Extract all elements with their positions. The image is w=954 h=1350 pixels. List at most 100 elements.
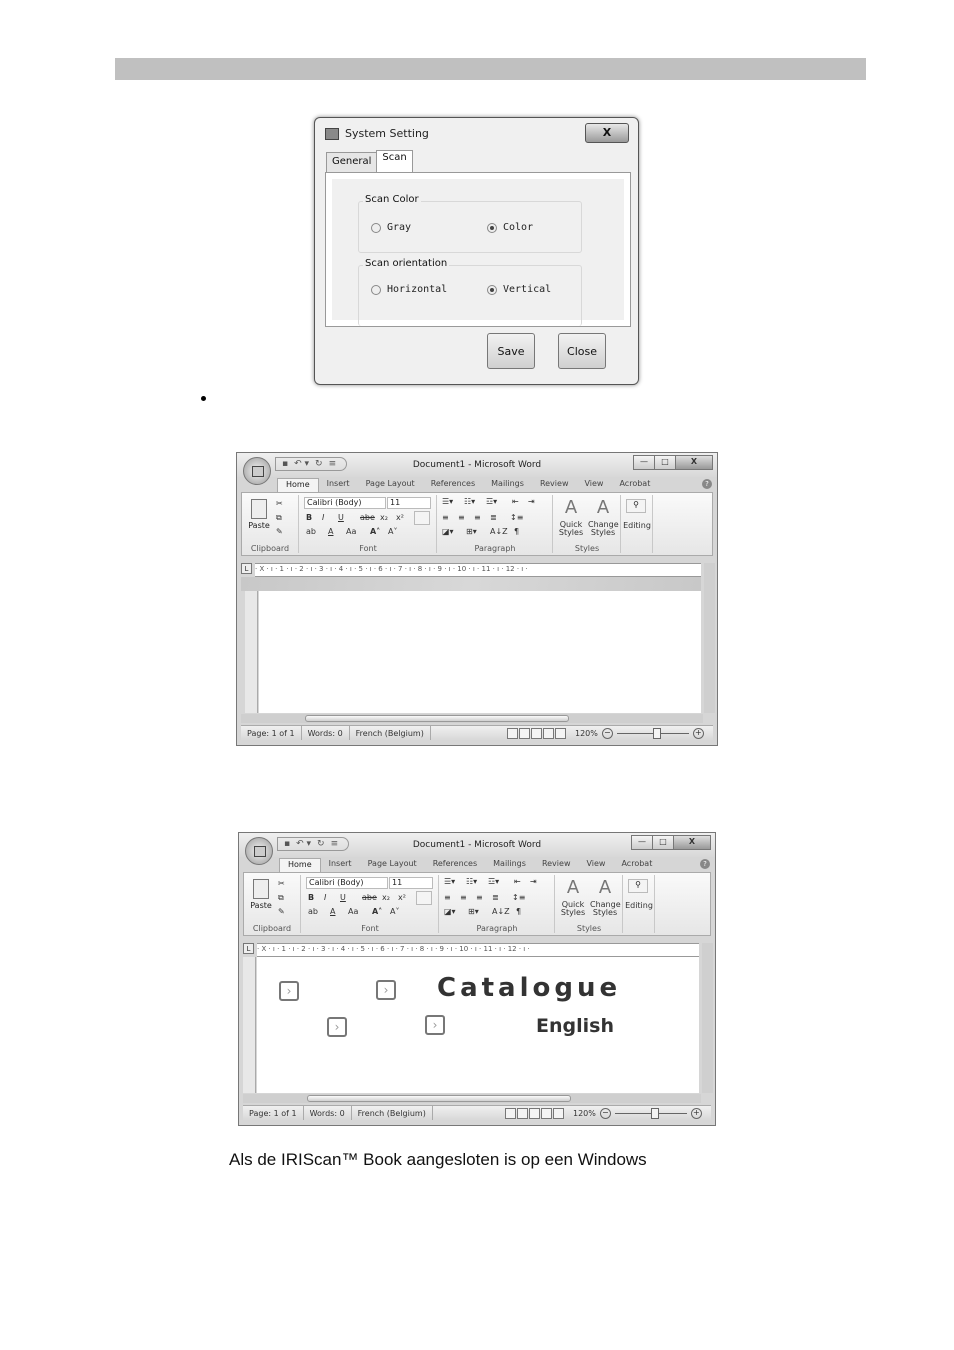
customize-qat-icon[interactable]: ≡ (329, 459, 337, 469)
customize-qat-icon[interactable]: ≡ (331, 839, 339, 849)
minimize-icon[interactable]: — (631, 835, 653, 850)
zoom-level[interactable]: 120% (573, 1109, 596, 1118)
print-layout-icon[interactable] (507, 728, 518, 739)
cut-icon[interactable]: ✂ (278, 879, 285, 888)
radio-horizontal-circle[interactable] (371, 284, 381, 295)
quick-styles-button[interactable]: Quick Styles (556, 521, 586, 537)
close-icon[interactable]: X (675, 455, 713, 470)
align-center-button[interactable]: ≡ (460, 893, 467, 902)
radio-gray[interactable]: Gray (371, 222, 411, 233)
strikethrough-button[interactable]: abe (362, 893, 377, 902)
zoom-slider-thumb[interactable] (650, 1108, 659, 1119)
font-color-button[interactable]: A (328, 527, 333, 536)
zoom-slider[interactable] (616, 728, 689, 739)
tab-acrobat[interactable]: Acrobat (613, 858, 660, 872)
maximize-icon[interactable]: □ (652, 835, 674, 850)
bullets-button[interactable]: ☰▾ (444, 877, 455, 886)
align-right-button[interactable]: ≡ (474, 513, 481, 522)
increase-indent-button[interactable]: ⇥ (530, 877, 537, 886)
tab-selector[interactable]: L (243, 943, 254, 954)
horizontal-scrollbar[interactable] (241, 714, 703, 723)
clear-formatting-icon[interactable] (414, 511, 430, 525)
tab-scan[interactable]: Scan (376, 150, 413, 173)
paste-button[interactable]: Paste (248, 497, 270, 537)
subscript-button[interactable]: x₂ (382, 893, 390, 902)
tab-mailings[interactable]: Mailings (483, 478, 532, 492)
align-left-button[interactable]: ≡ (444, 893, 451, 902)
zoom-level[interactable]: 120% (575, 729, 598, 738)
tab-mailings[interactable]: Mailings (485, 858, 534, 872)
bold-button[interactable]: B (308, 893, 314, 902)
tab-references[interactable]: References (423, 478, 483, 492)
tab-home[interactable]: Home (279, 858, 321, 872)
change-styles-button[interactable]: Change Styles (590, 901, 621, 917)
change-case-button[interactable]: Aa (348, 907, 358, 916)
close-button[interactable]: Close (558, 333, 606, 369)
shrink-font-button[interactable]: A˅ (390, 907, 399, 916)
page-count[interactable]: Page: 1 of 1 (243, 1106, 304, 1120)
zoom-in-icon[interactable]: + (692, 728, 704, 739)
justify-button[interactable]: ≣ (490, 513, 497, 522)
office-button[interactable] (243, 457, 271, 485)
shrink-font-button[interactable]: A˅ (388, 527, 397, 536)
line-spacing-button[interactable]: ↕≡ (510, 513, 523, 522)
word-count[interactable]: Words: 0 (302, 726, 350, 740)
change-styles-icon[interactable]: A (590, 877, 620, 898)
find-icon[interactable]: ⚲ (628, 879, 648, 893)
paste-button[interactable]: Paste (250, 877, 272, 917)
show-marks-button[interactable]: ¶ (516, 907, 521, 916)
office-button[interactable] (245, 837, 273, 865)
sort-button[interactable]: A↓Z (490, 527, 508, 536)
numbering-button[interactable]: ☷▾ (466, 877, 477, 886)
find-icon[interactable]: ⚲ (626, 499, 646, 513)
tab-home[interactable]: Home (277, 478, 319, 492)
highlight-button[interactable]: ab (308, 907, 318, 916)
help-icon[interactable]: ? (700, 859, 710, 869)
highlight-button[interactable]: ab (306, 527, 316, 536)
font-name-select[interactable]: Calibri (Body) (306, 877, 388, 889)
page-count[interactable]: Page: 1 of 1 (241, 726, 302, 740)
save-icon[interactable]: ▪ (284, 839, 290, 849)
italic-button[interactable]: I (324, 893, 326, 902)
full-screen-reading-icon[interactable] (517, 1108, 528, 1119)
language-indicator[interactable]: French (Belgium) (350, 726, 431, 740)
document-page[interactable] (259, 591, 701, 713)
shading-button[interactable]: ◪▾ (442, 527, 454, 536)
save-button[interactable]: Save (487, 333, 535, 369)
superscript-button[interactable]: x² (396, 513, 404, 522)
format-painter-icon[interactable]: ✎ (278, 907, 285, 916)
radio-vertical[interactable]: Vertical (487, 284, 551, 295)
document-page[interactable]: › › › › Catalogue English (257, 957, 699, 1093)
grow-font-button[interactable]: A˄ (370, 527, 380, 536)
tab-insert[interactable]: Insert (321, 858, 360, 872)
grow-font-button[interactable]: A˄ (372, 907, 382, 916)
tab-insert[interactable]: Insert (319, 478, 358, 492)
print-layout-icon[interactable] (505, 1108, 516, 1119)
vertical-scrollbar[interactable] (704, 563, 715, 713)
tab-page-layout[interactable]: Page Layout (358, 478, 423, 492)
multilevel-list-button[interactable]: ☲▾ (486, 497, 497, 506)
undo-icon[interactable]: ↶ ▾ (294, 459, 309, 469)
bold-button[interactable]: B (306, 513, 312, 522)
radio-vertical-circle[interactable] (487, 284, 497, 295)
horizontal-scroll-thumb[interactable] (307, 1095, 571, 1102)
change-styles-icon[interactable]: A (588, 497, 618, 518)
copy-icon[interactable]: ⧉ (276, 513, 282, 523)
format-painter-icon[interactable]: ✎ (276, 527, 283, 536)
change-case-button[interactable]: Aa (346, 527, 356, 536)
outline-icon[interactable] (541, 1108, 552, 1119)
full-screen-reading-icon[interactable] (519, 728, 530, 739)
change-styles-button[interactable]: Change Styles (588, 521, 619, 537)
help-icon[interactable]: ? (702, 479, 712, 489)
align-center-button[interactable]: ≡ (458, 513, 465, 522)
zoom-slider[interactable] (614, 1108, 687, 1119)
align-right-button[interactable]: ≡ (476, 893, 483, 902)
font-size-select[interactable]: 11 (389, 877, 433, 889)
font-size-select[interactable]: 11 (387, 497, 431, 509)
vertical-scrollbar[interactable] (702, 943, 713, 1093)
line-spacing-button[interactable]: ↕≡ (512, 893, 525, 902)
shading-button[interactable]: ◪▾ (444, 907, 456, 916)
horizontal-scrollbar[interactable] (243, 1094, 701, 1103)
subscript-button[interactable]: x₂ (380, 513, 388, 522)
clear-formatting-icon[interactable] (416, 891, 432, 905)
